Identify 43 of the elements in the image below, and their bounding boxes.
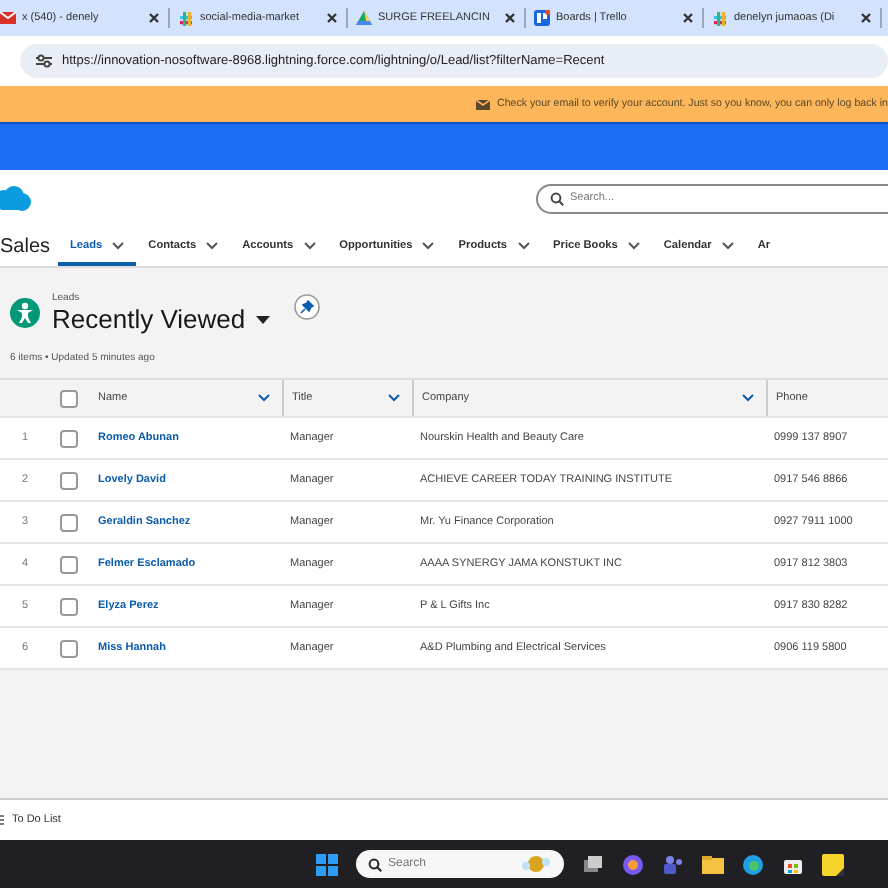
chevron-down-icon bbox=[422, 241, 435, 249]
row-checkbox[interactable] bbox=[60, 639, 78, 657]
hash-icon bbox=[178, 10, 194, 26]
chevron-down-icon[interactable] bbox=[258, 394, 270, 402]
people-icon[interactable] bbox=[662, 853, 684, 875]
close-icon[interactable] bbox=[860, 12, 872, 24]
note-icon[interactable] bbox=[822, 853, 844, 875]
chevron-down-icon bbox=[517, 241, 530, 249]
mascot-icon bbox=[520, 854, 552, 874]
close-icon[interactable] bbox=[682, 12, 694, 24]
search-icon bbox=[550, 191, 564, 205]
row-checkbox[interactable] bbox=[60, 597, 78, 615]
caret-down-icon[interactable] bbox=[255, 315, 270, 323]
folder-icon[interactable] bbox=[702, 853, 724, 875]
chevron-down-icon[interactable] bbox=[388, 394, 400, 402]
hash-icon bbox=[712, 10, 728, 26]
search-icon bbox=[368, 858, 382, 872]
list-view-title[interactable]: Recently Viewed bbox=[52, 304, 246, 334]
chevron-down-icon bbox=[627, 241, 640, 249]
chevron-down-icon bbox=[206, 241, 219, 249]
board-icon bbox=[534, 10, 550, 26]
windows-stack-icon[interactable] bbox=[582, 853, 604, 875]
colorful-ring-icon[interactable] bbox=[622, 853, 644, 875]
pin-icon[interactable] bbox=[293, 294, 320, 320]
app-name: Sales bbox=[0, 235, 53, 257]
tune-icon bbox=[36, 54, 52, 68]
select-all-checkbox[interactable] bbox=[60, 389, 78, 407]
windows-icon[interactable] bbox=[316, 853, 338, 875]
row-checkbox[interactable] bbox=[60, 555, 78, 573]
chevron-down-icon[interactable] bbox=[742, 394, 754, 402]
close-icon[interactable] bbox=[148, 12, 160, 24]
mail-icon bbox=[0, 10, 16, 26]
mail-icon bbox=[475, 99, 489, 109]
cloud-logo bbox=[0, 185, 32, 211]
close-icon[interactable] bbox=[504, 12, 516, 24]
chevron-down-icon bbox=[303, 241, 316, 249]
chevron-down-icon bbox=[721, 241, 734, 249]
row-checkbox[interactable] bbox=[60, 471, 78, 489]
chevron-down-icon bbox=[112, 241, 125, 249]
close-icon[interactable] bbox=[326, 12, 338, 24]
triangle-icon bbox=[356, 10, 372, 26]
row-checkbox[interactable] bbox=[60, 429, 78, 447]
row-checkbox[interactable] bbox=[60, 513, 78, 531]
